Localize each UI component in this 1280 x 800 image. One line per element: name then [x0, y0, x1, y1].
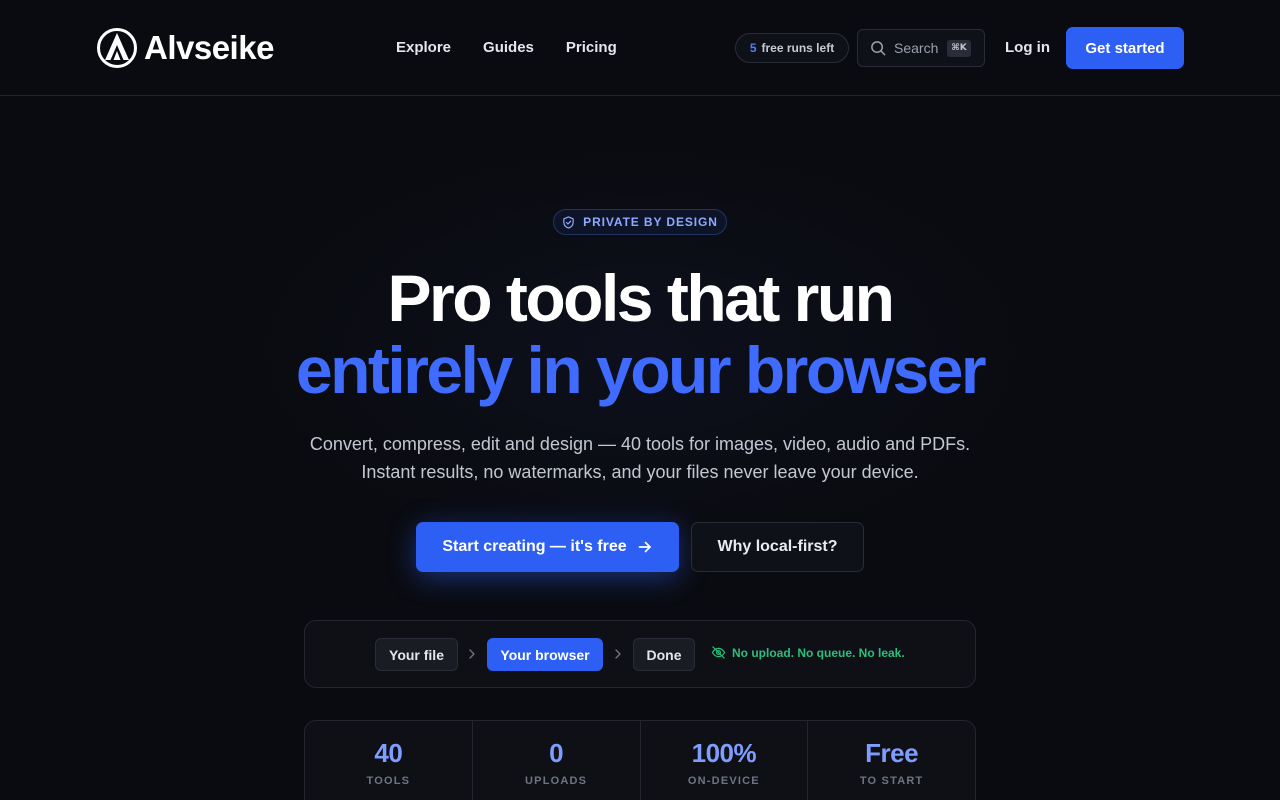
- pill-label: PRIVATE BY DESIGN: [583, 215, 718, 229]
- main-nav: Explore Guides Pricing: [396, 37, 617, 59]
- stat-label: TO START: [859, 775, 924, 787]
- brand-name: Alvseike: [144, 29, 274, 66]
- search-icon: [871, 40, 886, 55]
- search-label: Search: [894, 40, 939, 56]
- private-by-design-pill: PRIVATE BY DESIGN: [553, 209, 727, 235]
- stat-label: ON-DEVICE: [687, 775, 760, 787]
- stat-value: 40: [374, 738, 403, 768]
- hero-subcopy: Convert, compress, edit and design — 40 …: [309, 434, 971, 482]
- site-header: Alvseike Explore Guides Pricing 5 free r…: [0, 0, 1280, 96]
- start-creating-button[interactable]: Start creating — it's free: [416, 522, 679, 572]
- stats-panel: 40 TOOLS 0 UPLOADS 100% ON-DEVICE Free T…: [304, 720, 976, 800]
- stat-value: Free: [865, 738, 919, 768]
- stat-free: Free TO START: [808, 721, 975, 800]
- flow-step-done: Done: [633, 638, 695, 671]
- search-shortcut: ⌘K: [947, 39, 971, 57]
- eye-off-icon: [711, 646, 726, 659]
- free-runs-badge: 5 free runs left: [735, 33, 849, 63]
- arrow-right-icon: [638, 541, 651, 553]
- alvseike-logo-icon: [97, 28, 137, 68]
- nav-guides[interactable]: Guides: [483, 37, 534, 59]
- login-link[interactable]: Log in: [1005, 37, 1050, 59]
- hero-headline-line2: entirely in your browser: [295, 333, 987, 407]
- no-upload-note: No upload. No queue. No leak.: [711, 645, 905, 660]
- free-runs-label: free runs left: [761, 41, 835, 55]
- stat-on-device: 100% ON-DEVICE: [641, 721, 809, 800]
- stat-uploads: 0 UPLOADS: [473, 721, 641, 800]
- chevron-right-icon: [615, 649, 621, 659]
- stat-value: 0: [549, 738, 564, 768]
- hero-headline-line1: Pro tools that run: [387, 261, 895, 335]
- search-button[interactable]: Search ⌘K: [857, 29, 985, 67]
- stat-value: 100%: [691, 738, 757, 768]
- flow-step-your-browser: Your browser: [487, 638, 603, 671]
- why-local-first-button[interactable]: Why local-first?: [691, 522, 864, 572]
- nav-pricing[interactable]: Pricing: [566, 37, 617, 59]
- get-started-button[interactable]: Get started: [1066, 27, 1184, 69]
- start-creating-label: Start creating — it's free: [442, 538, 627, 555]
- brand-logo[interactable]: Alvseike: [96, 26, 274, 70]
- stat-tools: 40 TOOLS: [305, 721, 473, 800]
- flow-step-your-file: Your file: [375, 638, 458, 671]
- shield-check-icon: [563, 215, 574, 229]
- stat-label: UPLOADS: [525, 775, 588, 787]
- no-upload-text: No upload. No queue. No leak.: [732, 645, 905, 660]
- nav-explore[interactable]: Explore: [396, 37, 451, 59]
- stat-label: TOOLS: [366, 775, 411, 787]
- processing-flow: Your file Your browser Done No upload. N…: [304, 620, 976, 688]
- chevron-right-icon: [469, 649, 475, 659]
- free-runs-count: 5: [749, 41, 757, 55]
